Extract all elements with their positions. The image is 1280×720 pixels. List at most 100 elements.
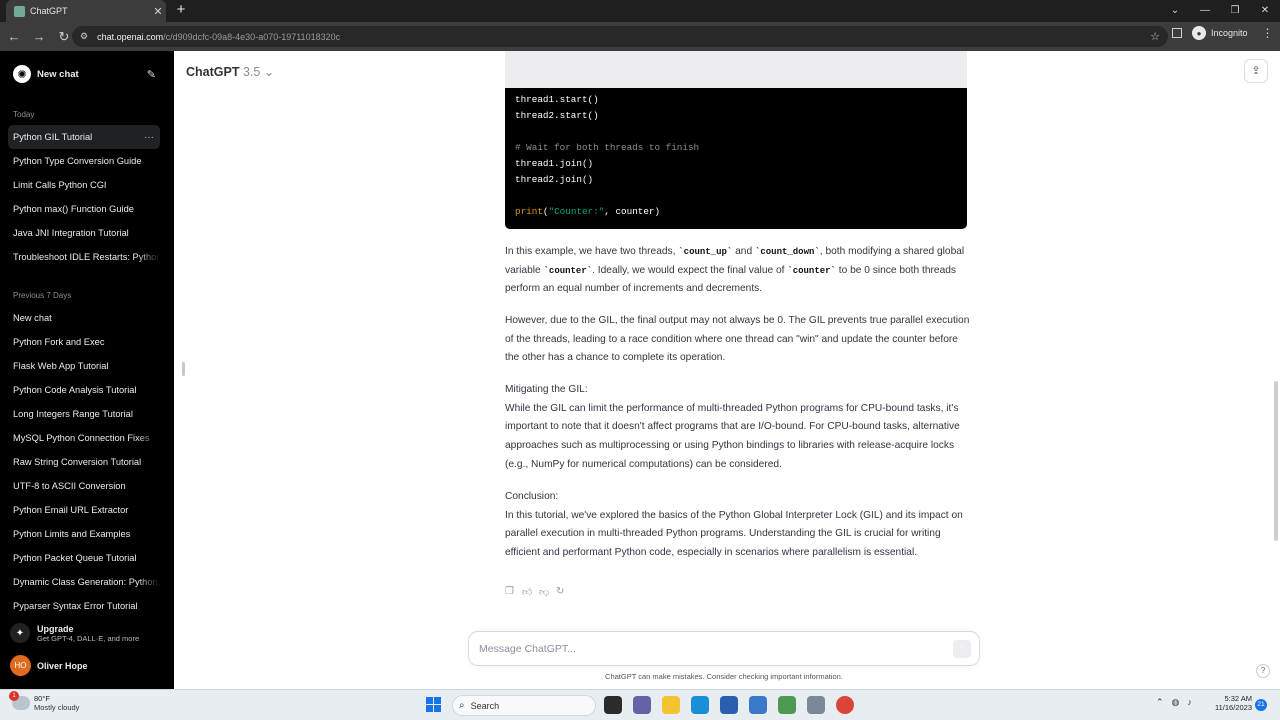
- sidebar-chat-item[interactable]: UTF-8 to ASCII Conversion: [8, 474, 160, 498]
- clock-date: 11/16/2023: [1215, 703, 1252, 712]
- upgrade-title: Upgrade: [37, 623, 74, 634]
- code-function: print: [515, 206, 543, 217]
- section-today: Today: [13, 110, 35, 119]
- user-menu[interactable]: HO Oliver Hope: [10, 655, 88, 676]
- scrollbar[interactable]: [1274, 381, 1278, 541]
- chevron-down-icon: ⌄: [263, 65, 275, 79]
- browser-toolbar: ← → ↻ ⚙ chat.openai.com /c/d909dcfc-09a8…: [0, 22, 1280, 51]
- close-window-button[interactable]: ✕: [1250, 0, 1280, 22]
- browser-tab-bar: ChatGPT ✕ + ⌄ — ❐ ✕: [0, 0, 1280, 22]
- weather-condition: Mostly cloudy: [34, 703, 80, 712]
- sidebar-chat-item[interactable]: Python max() Function Guide: [8, 197, 160, 221]
- notification-badge[interactable]: 21: [1255, 699, 1267, 711]
- sidebar-chat-item[interactable]: Python Code Analysis Tutorial: [8, 378, 160, 402]
- compose-icon[interactable]: ✎: [147, 68, 156, 81]
- chat-app-icon[interactable]: [633, 696, 651, 714]
- task-view-icon[interactable]: [604, 696, 622, 714]
- sidebar-chat-item[interactable]: Limit Calls Python CGI: [8, 173, 160, 197]
- store-icon[interactable]: [720, 696, 738, 714]
- message-input[interactable]: [479, 641, 939, 657]
- code-block: thread1.start() thread2.start() # Wait f…: [505, 88, 967, 229]
- code-string: "Counter:": [548, 206, 605, 217]
- more-options-icon[interactable]: ···: [144, 132, 154, 143]
- forward-arrow-icon[interactable]: →: [28, 29, 50, 44]
- sidebar-chat-item[interactable]: Python Fork and Exec: [8, 330, 160, 354]
- profile-label[interactable]: Incognito: [1211, 28, 1248, 38]
- model-selector[interactable]: ChatGPT 3.5 ⌄: [186, 64, 274, 79]
- sidebar-chat-item[interactable]: Pyparser Syntax Error Tutorial: [8, 594, 160, 618]
- model-name: ChatGPT: [186, 65, 240, 79]
- section-heading: Conclusion:: [505, 491, 559, 502]
- response-paragraph: Mitigating the GIL: While the GIL can li…: [505, 381, 971, 475]
- sidebar-chat-item[interactable]: MySQL Python Connection Fixes: [8, 426, 160, 450]
- copy-icon[interactable]: ❐: [505, 586, 522, 598]
- sidebar-chat-item[interactable]: Java JNI Integration Tutorial: [8, 221, 160, 245]
- url-path: /c/d909dcfc-09a8-4e30-a070-19711018320c: [163, 31, 341, 42]
- code-line: thread2.start(): [515, 110, 599, 121]
- minimize-button[interactable]: —: [1190, 0, 1220, 22]
- tab-search-icon[interactable]: ⌄: [1160, 0, 1190, 22]
- share-icon: ⇪: [1251, 65, 1261, 77]
- send-button[interactable]: ↑: [953, 640, 971, 658]
- address-bar[interactable]: ⚙ chat.openai.com /c/d909dcfc-09a8-4e30-…: [72, 26, 1168, 47]
- disclaimer: ChatGPT can make mistakes. Consider chec…: [605, 672, 843, 681]
- incognito-icon[interactable]: ●: [1192, 26, 1206, 40]
- taskbar-search[interactable]: ⌕ Search: [452, 695, 596, 716]
- site-info-icon[interactable]: ⚙: [80, 31, 88, 42]
- regenerate-icon[interactable]: ↻: [556, 586, 573, 598]
- system-tray: ⌃ ◍ ♪: [1156, 697, 1200, 708]
- file-explorer-icon[interactable]: [662, 696, 680, 714]
- thumbs-down-icon[interactable]: 👎︎: [539, 586, 556, 598]
- sidebar-chat-item[interactable]: Dynamic Class Generation: Python: [8, 570, 160, 594]
- share-button[interactable]: ⇪: [1244, 59, 1268, 83]
- sidebar-chat-item[interactable]: Python Limits and Examples: [8, 522, 160, 546]
- windows-start-icon[interactable]: [426, 697, 441, 712]
- response-paragraph: In this example, we have two threads, `c…: [505, 246, 965, 295]
- app-icon[interactable]: [749, 696, 767, 714]
- network-icon[interactable]: ◍: [1172, 697, 1180, 708]
- weather-widget[interactable]: 1 80°F Mostly cloudy: [9, 691, 80, 712]
- browser-tab[interactable]: ChatGPT ✕: [6, 0, 166, 22]
- volume-icon[interactable]: ♪: [1187, 697, 1192, 708]
- browser-menu-icon[interactable]: ⋮: [1262, 26, 1274, 40]
- sidebar-chat-item[interactable]: Flask Web App Tutorial: [8, 354, 160, 378]
- chevron-up-icon[interactable]: ⌃: [1156, 697, 1164, 708]
- openai-logo-icon: ✺: [13, 65, 31, 83]
- response-paragraph: Conclusion: In this tutorial, we've expl…: [505, 488, 971, 563]
- sidebar-chat-item[interactable]: Long Integers Range Tutorial: [8, 402, 160, 426]
- restore-button[interactable]: ❐: [1220, 0, 1250, 22]
- code-line: thread1.start(): [515, 94, 599, 105]
- app-icon[interactable]: [778, 696, 796, 714]
- system-clock[interactable]: 5:32 AM 11/16/2023: [1208, 694, 1252, 712]
- sidebar-chat-item[interactable]: Python GIL Tutorial ···: [8, 125, 160, 149]
- sidebar-chat-item[interactable]: Python Type Conversion Guide: [8, 149, 160, 173]
- new-chat-label: New chat: [37, 68, 79, 80]
- sidebar-chat-item[interactable]: New chat: [8, 306, 160, 330]
- inline-code: `count_up`: [678, 247, 733, 257]
- edge-icon[interactable]: [691, 696, 709, 714]
- today-chat-list: Python GIL Tutorial ··· Python Type Conv…: [8, 125, 160, 269]
- sidebar-chat-item[interactable]: Troubleshoot IDLE Restarts: Python: [8, 245, 160, 269]
- inline-code: `count_down`: [754, 247, 820, 257]
- new-tab-button[interactable]: +: [172, 1, 190, 21]
- chatgpt-favicon-icon: [14, 5, 25, 17]
- sidebar-chat-item[interactable]: Python Packet Queue Tutorial: [8, 546, 160, 570]
- chrome-icon[interactable]: [836, 696, 854, 714]
- sidebar-chat-item[interactable]: Raw String Conversion Tutorial: [8, 450, 160, 474]
- code-line: print("Counter:", counter): [515, 206, 661, 217]
- back-arrow-icon[interactable]: ←: [3, 29, 25, 44]
- help-button[interactable]: ?: [1256, 664, 1270, 678]
- thumbs-up-icon[interactable]: 👍︎: [522, 586, 539, 598]
- close-tab-icon[interactable]: ✕: [150, 5, 166, 18]
- section-previous-7-days: Previous 7 Days: [13, 291, 72, 300]
- upgrade-button[interactable]: ✦ Upgrade Get GPT-4, DALL·E, and more: [10, 623, 139, 643]
- toolbar-right: ● Incognito ⋮: [1172, 26, 1274, 40]
- sidebar-collapse-handle[interactable]: [182, 362, 185, 376]
- sidebar-chat-item[interactable]: Python Email URL Extractor: [8, 498, 160, 522]
- bookmark-star-icon[interactable]: ☆: [1150, 30, 1160, 43]
- app-icon[interactable]: [807, 696, 825, 714]
- avatar: HO: [10, 655, 31, 676]
- new-chat-button[interactable]: ✺ New chat ✎: [6, 61, 162, 87]
- side-panel-icon[interactable]: [1172, 28, 1182, 38]
- sparkle-icon: ✦: [10, 623, 30, 643]
